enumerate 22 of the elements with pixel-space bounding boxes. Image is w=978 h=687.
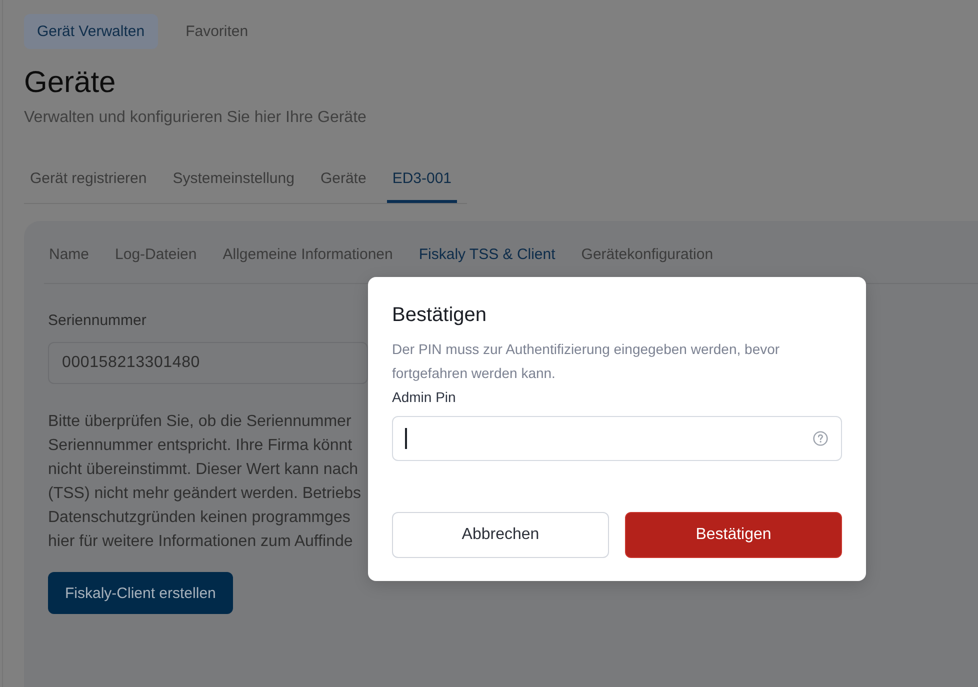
top-tab[interactable]: Favoriten (172, 14, 262, 49)
field-label: Admin Pin (392, 388, 456, 407)
field-label: Seriennummer (48, 311, 146, 331)
dialog-title: Bestätigen (392, 303, 488, 328)
page-subtitle: Verwalten und konfigurieren Sie hier Ihre Geräte (24, 108, 366, 128)
confirm-button[interactable]: Bestätigen (625, 512, 842, 558)
detail-tab[interactable]: Name (44, 241, 94, 283)
cancel-button[interactable]: Abbrechen (392, 512, 609, 558)
detail-tab[interactable]: Allgemeine Informationen (218, 241, 398, 283)
page-title: Geräte (24, 65, 116, 101)
device-tab[interactable]: ED3-001 (387, 155, 457, 203)
device-tab[interactable]: Systemeinstellung (168, 155, 300, 203)
device-tab[interactable]: Gerät registrieren (25, 155, 152, 203)
detail-tab[interactable]: Log-Dateien (110, 241, 202, 283)
notice-text: Bitte überprüfen Sie, ob die Seriennummer Seriennummer entspricht. Ihre Firma könnt nicht übereinstimmt. Dieser Wert kann nach (TSS) nicht mehr geändert werden. Betriebs Datenschutzgründen keinen programmges hier für weitere Informationen zum Auffinde (48, 412, 362, 552)
pin-input-field[interactable] (392, 416, 842, 461)
create-client-button[interactable]: Fiskaly-Client erstellen (48, 572, 233, 614)
top-tab[interactable]: Gerät Verwalten (24, 14, 158, 49)
dialog-description: Der PIN muss zur Authentifizierung eingegeben werden, bevor fortgefahren werden kann. (392, 340, 781, 383)
device-tab[interactable]: Geräte (315, 155, 372, 203)
help-icon[interactable] (813, 431, 828, 446)
serial-number-field[interactable]: 000158213301480 (48, 342, 368, 384)
